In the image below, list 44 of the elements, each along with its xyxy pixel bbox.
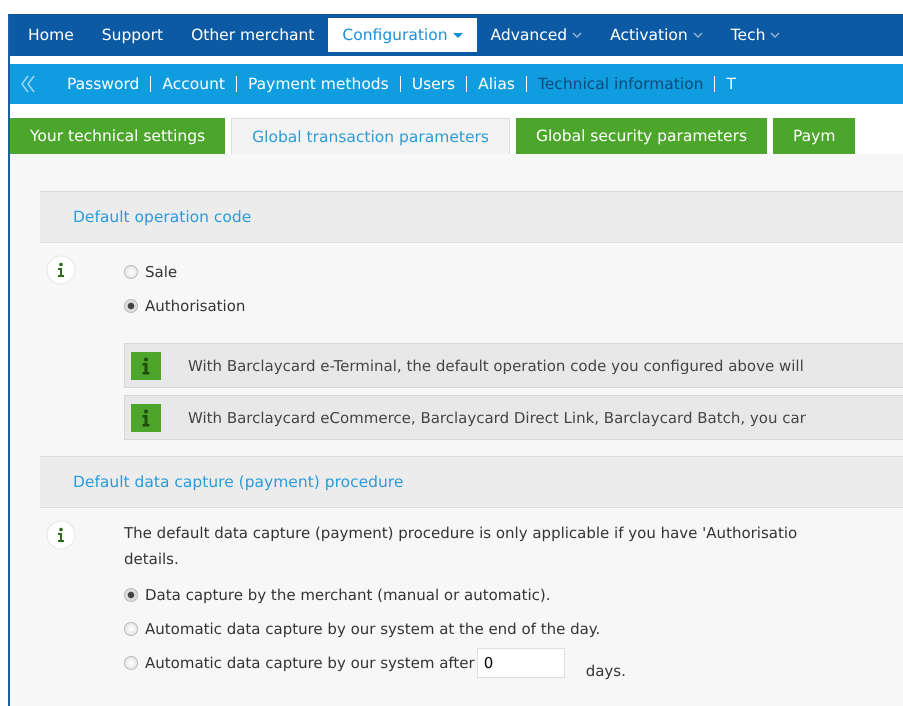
info-icon (46, 255, 76, 285)
caret-icon (452, 32, 463, 38)
nav-tab[interactable]: Home (14, 18, 88, 52)
tab[interactable]: Global security parameters (516, 118, 768, 154)
radio-button[interactable] (124, 656, 138, 670)
nav-tab[interactable]: Other merchant (177, 18, 328, 52)
info-icon (46, 520, 76, 550)
radio-button[interactable] (124, 622, 138, 636)
description-text: The default data capture (payment) procedure is only applicable if you have 'Authorisatio details. (124, 523, 798, 570)
option-label: Authorisation (145, 297, 246, 315)
sub-nav-link[interactable]: Technical information (526, 75, 714, 93)
option-label: Automatic data capture by our system after (145, 654, 475, 672)
unit-label: days. (586, 662, 626, 680)
sub-nav-link[interactable]: Payment methods (237, 75, 400, 93)
radio-button[interactable] (124, 265, 138, 279)
radio-button[interactable] (124, 299, 138, 313)
sub-nav-link[interactable]: Account (151, 75, 236, 93)
tab[interactable]: Your technical settings (10, 118, 226, 154)
option-label: Sale (145, 263, 178, 281)
nav-tab[interactable]: Advanced (476, 18, 596, 52)
nav-tab[interactable]: Support (88, 18, 178, 52)
option-label: Data capture by the merchant (manual or automatic). (145, 586, 550, 604)
tab[interactable]: Global transaction parameters (231, 118, 510, 154)
nav-tab[interactable]: Configuration (328, 18, 477, 52)
section-title: Default data capture (payment) procedure (73, 473, 404, 491)
section-title: Default operation code (73, 208, 252, 226)
sub-nav-link[interactable]: Alias (467, 75, 526, 93)
sub-nav-link[interactable]: Password (56, 75, 150, 93)
nav-tab[interactable]: Tech (716, 18, 794, 52)
info-icon (131, 352, 161, 380)
caret-icon (770, 32, 780, 38)
caret-icon (572, 32, 582, 38)
note-text: With Barclaycard e-Terminal, the default operation code you configured above will (188, 356, 804, 374)
radio-button[interactable] (124, 588, 138, 602)
info-icon (131, 404, 161, 432)
tab[interactable]: Paym (773, 118, 856, 154)
option-label: Automatic data capture by our system at the end of the day. (145, 620, 600, 638)
sub-nav-link[interactable]: Users (400, 75, 466, 93)
sub-nav-link[interactable]: T (715, 75, 747, 93)
caret-icon (692, 32, 703, 38)
input-field[interactable]: 0 (476, 648, 565, 678)
nav-tab[interactable]: Activation (596, 18, 717, 52)
double-chevron-icon[interactable] (20, 74, 36, 94)
note-text: With Barclaycard eCommerce, Barclaycard Direct Link, Barclaycard Batch, you car (188, 408, 806, 426)
